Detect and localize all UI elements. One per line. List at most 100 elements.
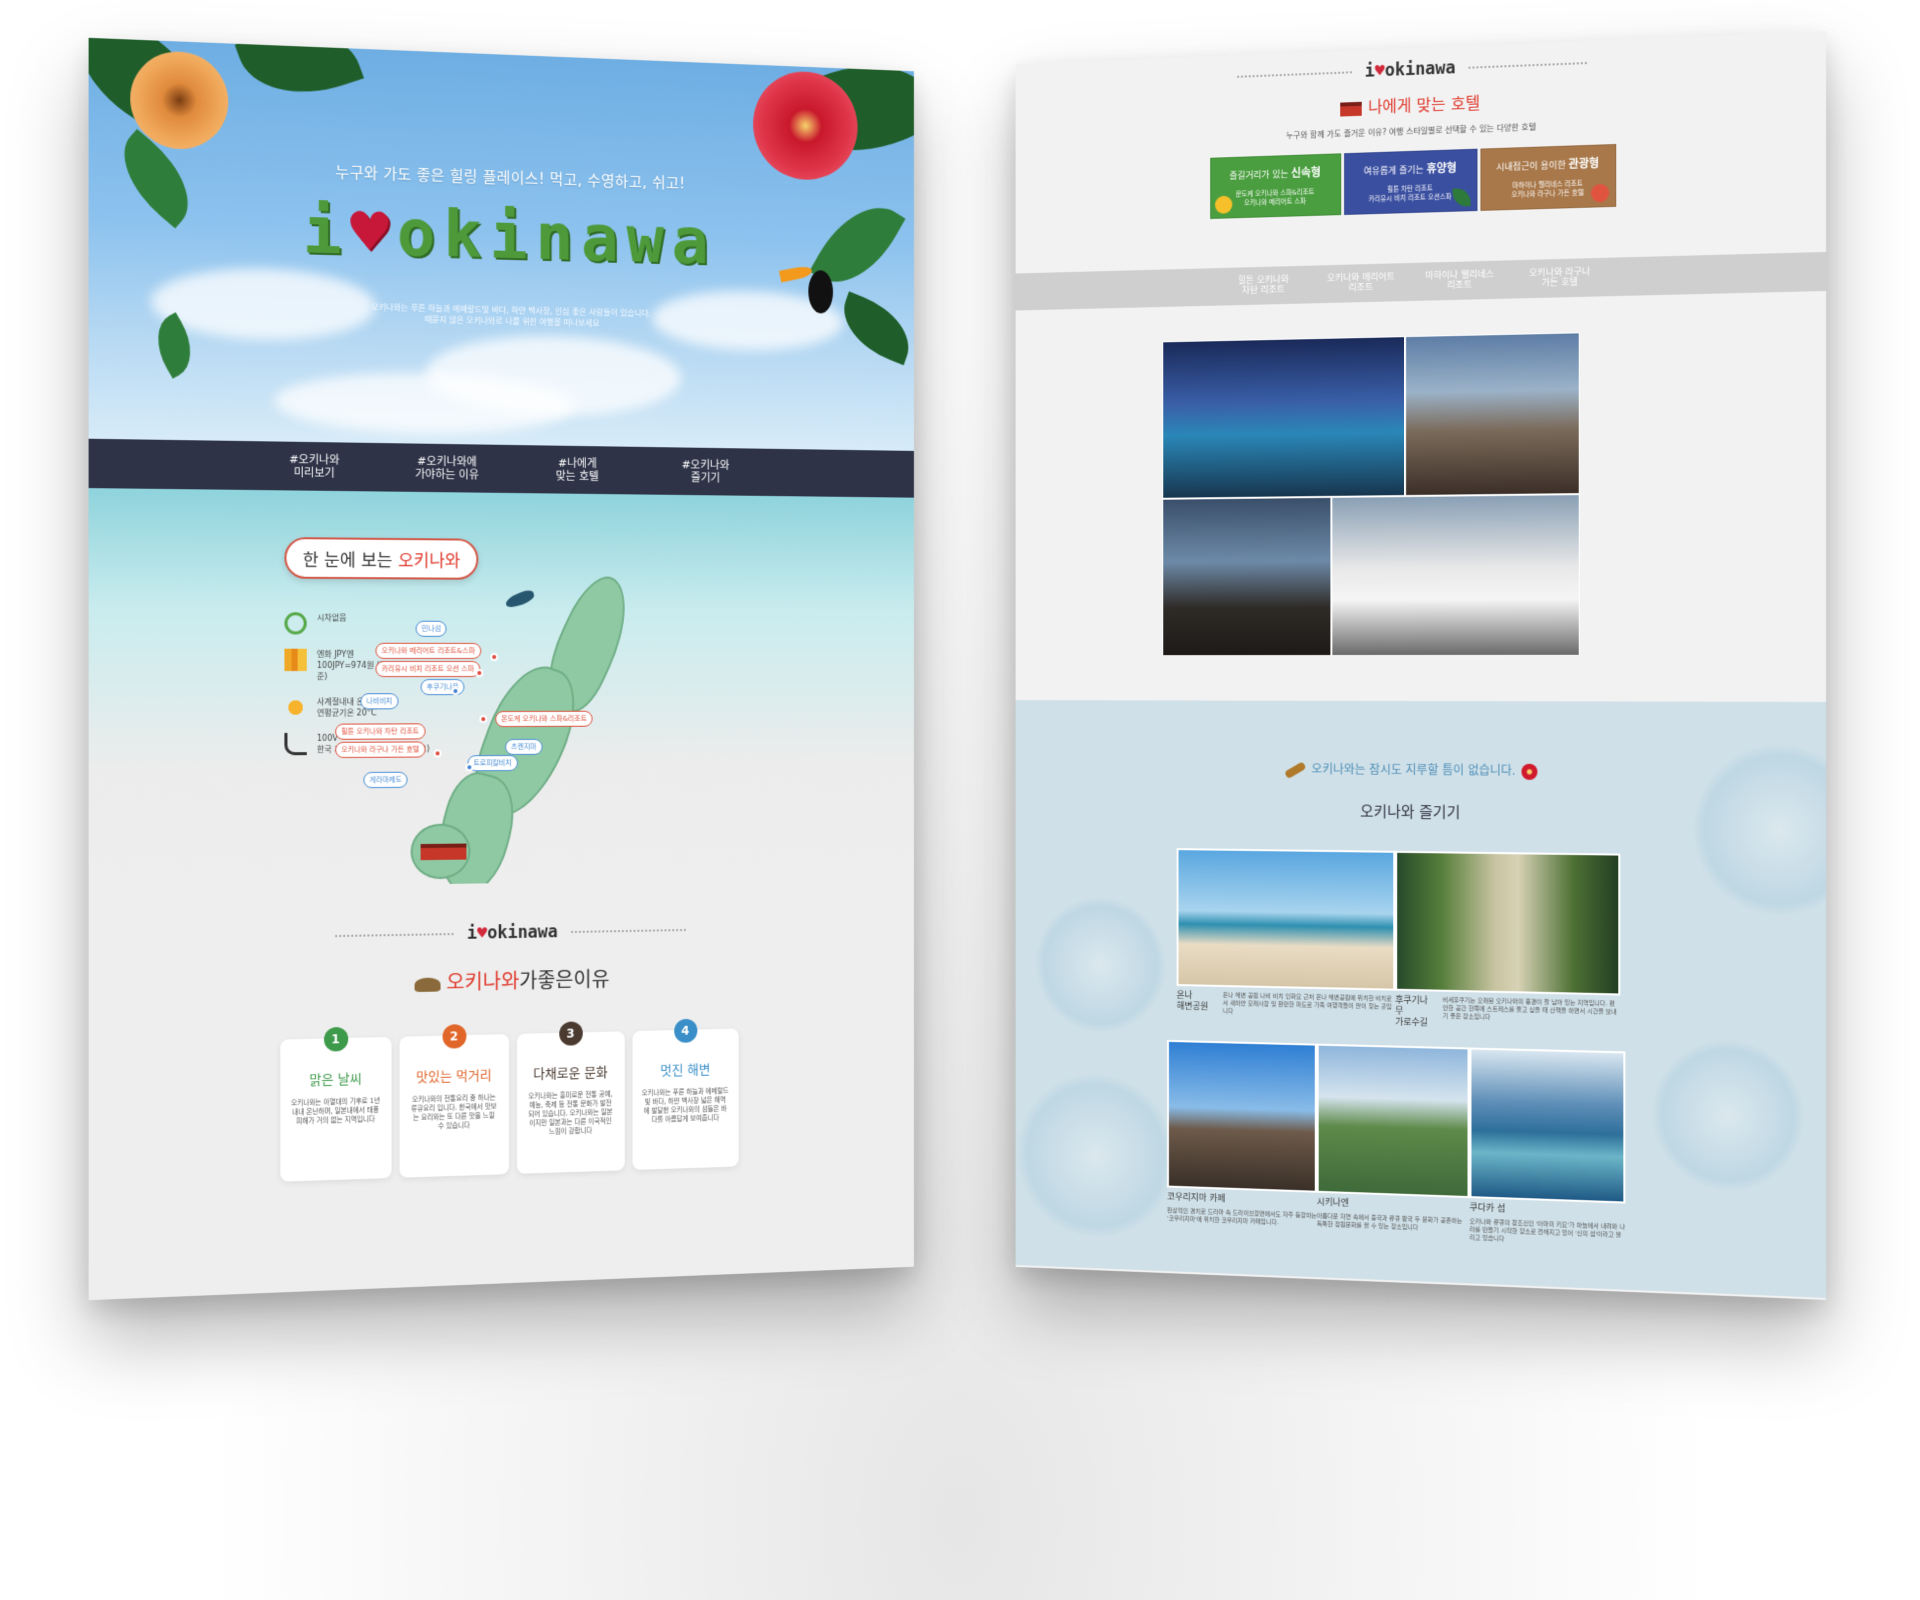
map-tag[interactable]: 오키나와 메리어트 리조트&스파	[375, 642, 481, 659]
hotel-nav-item[interactable]: 마하이나 웰리네스 리조트	[1425, 270, 1495, 292]
attraction-caption: 쿠다카 섬 오키나와 류큐의 창조신인 '아마미 키요'가 하늘에서 내려와 나…	[1469, 1203, 1625, 1248]
attraction-desc: 아름다운 자연 속에서 중국과 류큐 왕국 두 문화가 공존하는 독특한 정원문…	[1316, 1212, 1463, 1232]
nav-item-hotels[interactable]: #나에게 맞는 호텔	[543, 456, 612, 483]
section-logo-row: i♥okinawa	[89, 877, 914, 950]
hotel-type-lead: 즐길거리가 있는	[1229, 170, 1289, 182]
map-pin[interactable]	[490, 652, 499, 661]
info-row: 시차없음	[284, 612, 435, 635]
map-tag[interactable]: 츠켄지마	[505, 738, 543, 756]
hotel-type-card[interactable]: 여유롭게 즐기는 휴양형 힐튼 차탄 리조트 카리유시 비치 리조트 오션스파	[1343, 148, 1477, 215]
hotel-nav-item[interactable]: 오키나와 라구나 가든 호텔	[1524, 267, 1595, 289]
reason-card: 3 다채로운 문화 오키나와는 흥미로운 전통 공예, 예능, 축제 등 전통 …	[516, 1021, 625, 1174]
logo-word: okinawa	[487, 922, 558, 944]
hotel-title-prefix: 나에게 맞는	[1368, 94, 1446, 117]
okinawa-landing-page-right: i♥okinawa 나에게 맞는 호텔 누구와 함께 가도 즐거운 이유? 여행…	[1015, 31, 1827, 1300]
sun-icon	[284, 696, 307, 719]
reasons-title-rest: 가좋은이유	[519, 967, 610, 993]
reasons-title-highlight: 오키나와	[446, 968, 520, 995]
hotel-type-name: 휴양형	[1426, 161, 1457, 176]
map-pin[interactable]	[475, 669, 484, 678]
map-pin[interactable]	[465, 763, 474, 772]
kudaka-island-photo	[1469, 1047, 1626, 1204]
hotel-type-heading: 즐길거리가 있는 신속형	[1211, 163, 1340, 183]
divider	[334, 931, 455, 939]
hotel-terrace-photo[interactable]	[1162, 496, 1332, 657]
hotel-type-name: 관광형	[1568, 156, 1600, 171]
attraction-card[interactable]: 코우리지마 카페 환상적인 경치로 드라마 속 드라이브장면에서도 자주 등장하…	[1167, 1039, 1317, 1229]
reason-card-desc: 오키나와는 아열대의 기후로 1년 내내 온난하며, 일본내에서 태풍 피해가 …	[290, 1096, 381, 1126]
sanshin-icon	[1283, 760, 1307, 779]
logo-word: okinawa	[396, 196, 717, 280]
red-hibiscus-icon	[1521, 763, 1538, 780]
hotel-nav-item[interactable]: 힐튼 오키나와 차탄 리조트	[1229, 275, 1297, 297]
reason-card-title: 멋진 해변	[660, 1062, 711, 1079]
shisa-icon	[1590, 183, 1609, 203]
reasons-section: i♥okinawa 오키나와가좋은이유 1 맑은 날씨 오키나와는 아열대의 기…	[88, 877, 914, 1301]
small-logo: i♥okinawa	[467, 922, 558, 944]
logo-word: okinawa	[1384, 58, 1456, 81]
attraction-desc: 오키나와 류큐의 창조신인 '아마미 키요'가 하늘에서 내려와 나라를 만들기…	[1469, 1218, 1626, 1243]
map-pin[interactable]	[479, 715, 488, 724]
money-icon	[284, 648, 307, 672]
attraction-card[interactable]: 쿠다카 섬 오키나와 류큐의 창조신인 '아마미 키요'가 하늘에서 내려와 나…	[1469, 1047, 1626, 1248]
hotel-type-card[interactable]: 시내접근이 용이한 관광형 마하이나 웰리네스 리조트 오키나와 라구나 가든 …	[1479, 144, 1616, 211]
map-tag[interactable]: 게라마제도	[363, 771, 408, 789]
hotel-type-card[interactable]: 즐길거리가 있는 신속형 문도케 오키나와 스파&리조트 오키나와 메리어트 스…	[1209, 153, 1341, 219]
okinawa-landing-page-left: 누구와 가도 좋은 힐링 플레이스! 먹고, 수영하고, 쉬고! i♥okina…	[88, 37, 914, 1301]
enjoy-subtitle: 오키나와는 잠시도 지루할 틈이 없습니다.	[1016, 759, 1826, 782]
attraction-card[interactable]: 후쿠기나무 가로수길 비세후쿠기는 오래된 오키나와의 풍경이 잘 남아 있는 …	[1395, 850, 1621, 1034]
reasons-title: 오키나와가좋은이유	[89, 957, 914, 1003]
map-tag[interactable]: 힐튼 오키나와 차탄 리조트	[335, 723, 426, 740]
clock-icon	[284, 612, 307, 635]
reason-number-badge: 3	[558, 1021, 583, 1046]
hero-logo: i♥okinawa	[89, 187, 914, 285]
map-section: 한 눈에 보는 오키나와 시차없음 엔화 JPY엔 100JPY=974원 (2…	[88, 488, 914, 901]
map-tag[interactable]: 카리유시 비치 리조트 오션 스파	[375, 660, 480, 678]
heart-icon: ♥	[477, 923, 488, 944]
hotel-title-highlight: 호텔	[1450, 93, 1481, 114]
yellow-flower-icon	[1214, 195, 1232, 214]
map-tag[interactable]: 트로피칼비치	[467, 754, 518, 772]
shikinaen-photo	[1316, 1043, 1470, 1199]
hotel-type-cards: 즐길거리가 있는 신속형 문도케 오키나와 스파&리조트 오키나와 메리어트 스…	[1016, 137, 1826, 225]
map-pin[interactable]	[451, 687, 460, 696]
attraction-caption: 온나 해변공원 온나 해변 공원 나비 비치 인화요 근처 온나 해변공원에 위…	[1177, 991, 1396, 1020]
attraction-card[interactable]: 시키나엔 아름다운 자연 속에서 중국과 류큐 왕국 두 문화가 공존하는 독특…	[1316, 1043, 1470, 1235]
attraction-name: 코우리지마 카페	[1167, 1192, 1226, 1205]
attraction-name: 후쿠기나무 가로수길	[1395, 995, 1428, 1029]
nav-item-enjoy[interactable]: #오키나와 즐기기	[672, 458, 739, 485]
reason-card-title: 맛있는 먹거리	[416, 1068, 492, 1086]
map-tag[interactable]: 오키나와 라구나 가든 호텔	[335, 741, 426, 759]
nav-item-reasons[interactable]: #오키나와에 가야하는 이유	[412, 455, 482, 482]
map-pin[interactable]	[433, 749, 442, 758]
reason-card-desc: 오키나와의 전통요리 중 하나는 류큐요리 입니다. 한국에서 맛보는 요리와는…	[411, 1093, 497, 1131]
map-tag[interactable]: 민나섬	[415, 620, 447, 637]
attraction-card[interactable]: 온나 해변공원 온나 해변 공원 나비 비치 인화요 근처 온나 해변공원에 위…	[1176, 848, 1396, 1020]
logo-prefix: i	[466, 923, 478, 944]
reason-cards: 1 맑은 날씨 오키나와는 아열대의 기후로 1년 내내 온난하며, 일본내에서…	[89, 1018, 914, 1188]
nav-item-preview[interactable]: #오키나와 미리보기	[279, 453, 350, 480]
info-text: 시차없음	[316, 613, 347, 623]
enjoy-subtitle-text: 오키나와는 잠시도 지루할 틈이 없습니다.	[1311, 762, 1516, 778]
hibiscus-watermark	[1650, 1036, 1806, 1195]
reason-card-desc: 오키나와는 흥미로운 전통 공예, 예능, 축제 등 전통 문화가 발전되어 있…	[528, 1090, 613, 1136]
shuri-castle-icon	[420, 843, 467, 861]
hotel-type-name: 신속형	[1291, 165, 1321, 180]
kouri-cafe-photo	[1167, 1039, 1317, 1193]
map-tag[interactable]: 나비비치	[360, 693, 399, 710]
hotel-room-photo[interactable]	[1331, 494, 1580, 657]
logo-prefix: i	[1364, 61, 1375, 82]
divider	[569, 927, 687, 934]
hotel-pool-photo[interactable]	[1162, 336, 1406, 499]
attraction-name: 온나 해변공원	[1176, 990, 1209, 1013]
reason-card-desc: 오키나와는 푸른 하늘과 에메랄드빛 바다, 하얀 백사장 넓은 해역에 발달한…	[641, 1086, 729, 1124]
onna-beach-photo	[1176, 848, 1396, 991]
hotel-nav-item[interactable]: 오키나와 메리어트 리조트	[1327, 272, 1396, 294]
reason-number-badge: 1	[323, 1026, 348, 1052]
reason-number-badge: 2	[442, 1024, 466, 1049]
mockup-stage: 누구와 가도 좋은 힐링 플레이스! 먹고, 수영하고, 쉬고! i♥okina…	[0, 0, 1920, 1600]
hotel-type-lead: 시내접근이 용이한	[1496, 160, 1566, 174]
pagoda-icon	[1340, 101, 1363, 117]
hotel-lobby-photo[interactable]	[1405, 332, 1580, 497]
map-tag[interactable]: 온도케 오키나와 스파&리조트	[495, 710, 593, 728]
